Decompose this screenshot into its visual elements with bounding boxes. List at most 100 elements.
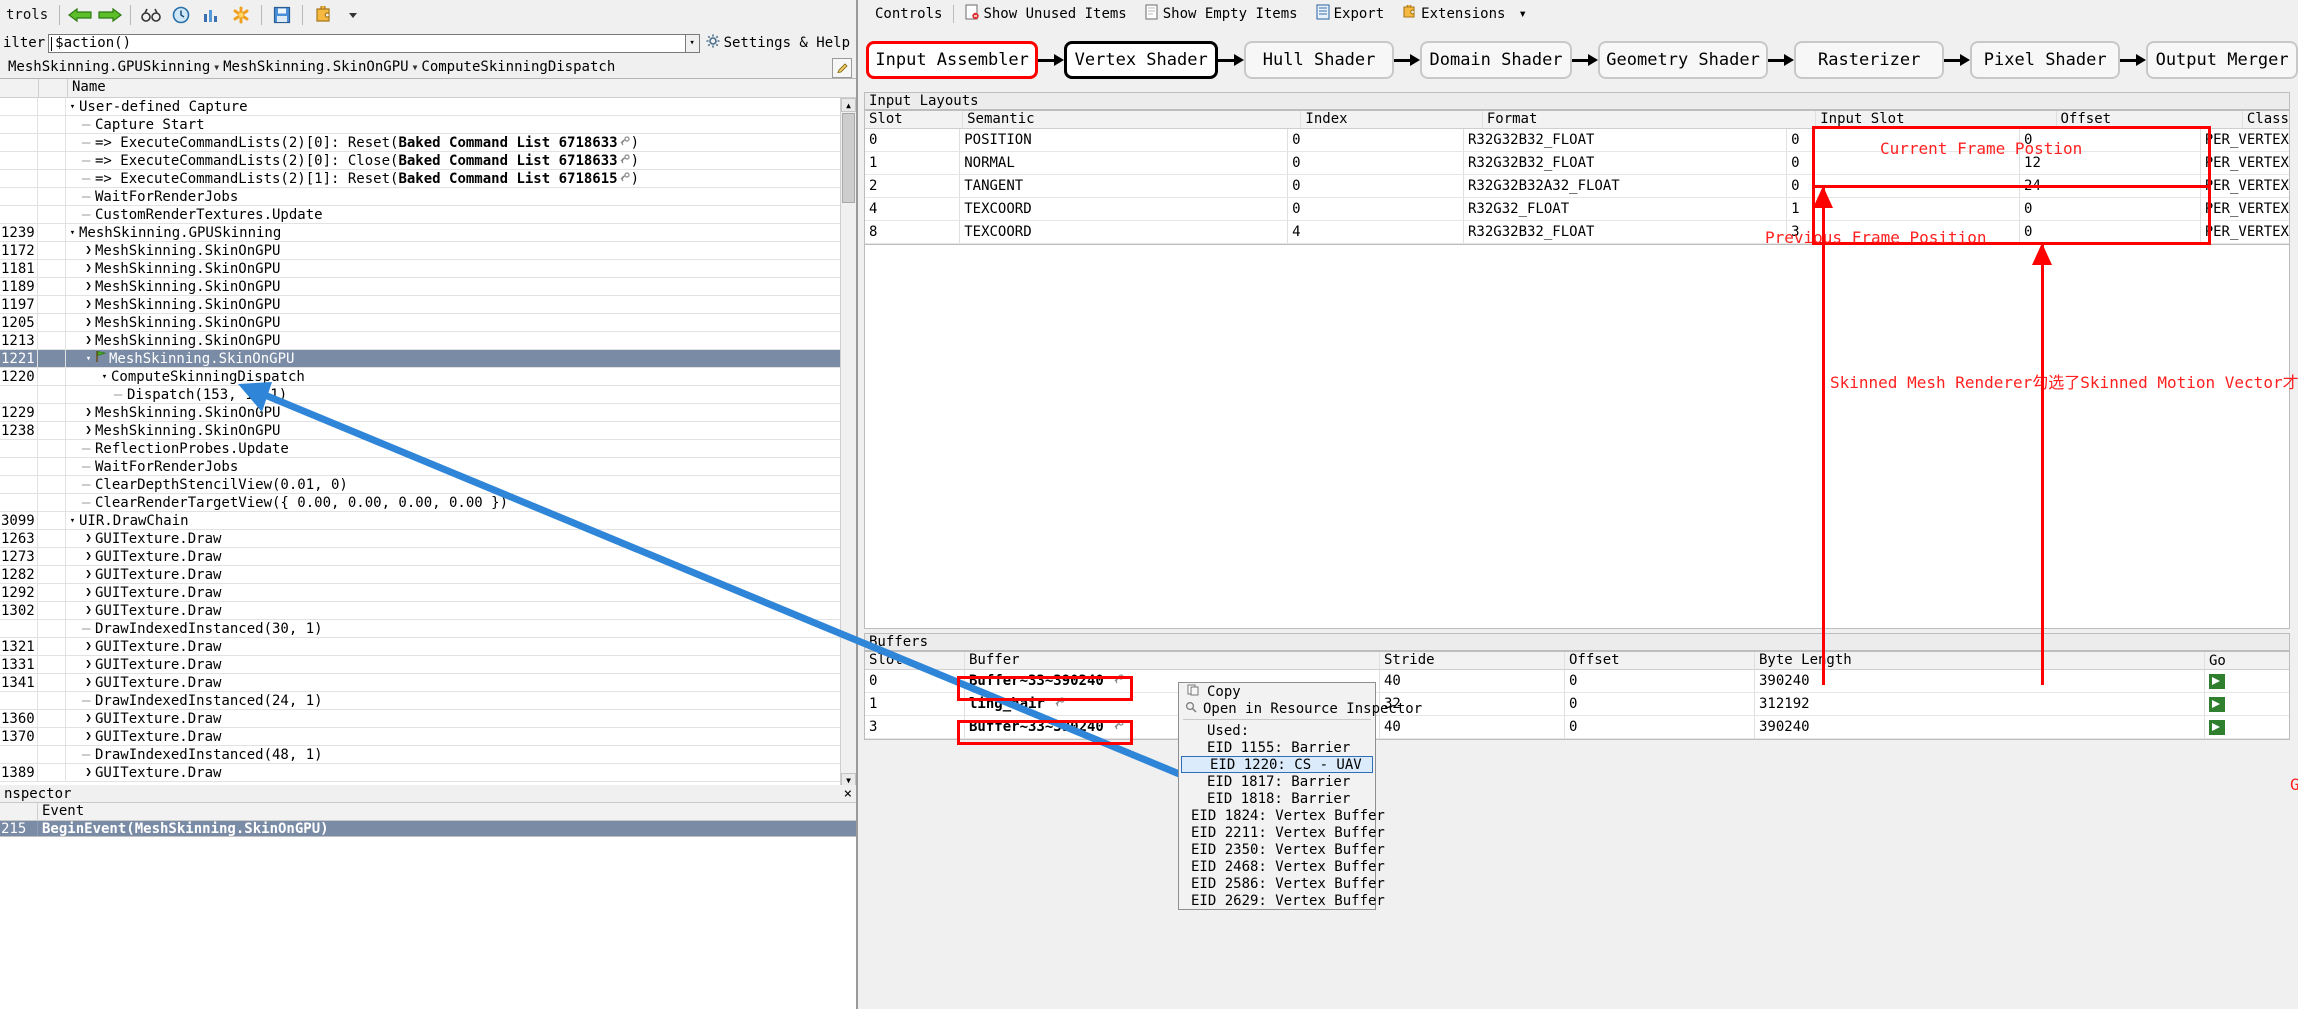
pipeline-stage-vertex-shader[interactable]: Vertex Shader xyxy=(1064,41,1219,79)
buffer-cell-go[interactable] xyxy=(2205,670,2289,692)
breadcrumb-item-2[interactable]: ComputeSkinningDispatch xyxy=(421,59,615,75)
event-tree-row[interactable]: CustomRenderTextures.Update xyxy=(0,206,856,224)
buffer-cell-go[interactable] xyxy=(2205,693,2289,715)
context-menu-item[interactable]: EID 1818: Barrier xyxy=(1179,790,1375,807)
event-tree-row[interactable]: ReflectionProbes.Update xyxy=(0,440,856,458)
event-tree-row[interactable]: Capture Start xyxy=(0,116,856,134)
event-tree-row[interactable]: DrawIndexedInstanced(48, 1) xyxy=(0,746,856,764)
column-header-offset[interactable]: Offset xyxy=(1565,652,1755,669)
event-tree-row[interactable]: 1213 MeshSkinning.SkinOnGPU xyxy=(0,332,856,350)
column-header-slot[interactable]: Slot xyxy=(865,652,965,669)
event-row-resource[interactable]: Baked Command List 6718615 xyxy=(398,170,617,187)
column-header-slot[interactable]: Slot xyxy=(865,111,964,128)
chevron-right-icon[interactable] xyxy=(82,242,95,259)
event-tree-body[interactable]: ▲ ▼ User-defined CaptureCapture Start => … xyxy=(0,98,856,787)
chevron-right-icon[interactable] xyxy=(82,674,95,691)
save-disk-icon[interactable] xyxy=(267,3,297,27)
event-tree-row[interactable]: 1360 GUITexture.Draw xyxy=(0,710,856,728)
chevron-right-icon[interactable] xyxy=(82,404,95,421)
puzzle-icon[interactable] xyxy=(308,3,338,27)
context-menu-item[interactable]: Open in Resource Inspector xyxy=(1179,700,1422,717)
chevron-down-icon[interactable] xyxy=(66,98,79,115)
settings-and-help-button[interactable]: Settings & Help xyxy=(700,34,856,52)
event-tree-row[interactable]: 1273 GUITexture.Draw xyxy=(0,548,856,566)
extensions-dropdown-caret-icon[interactable]: ▾ xyxy=(1514,3,1530,25)
go-arrow-icon[interactable] xyxy=(2209,696,2225,712)
chevron-down-icon[interactable] xyxy=(82,350,95,367)
show-empty-items-button[interactable]: Show Empty Items xyxy=(1136,3,1307,25)
event-tree-row[interactable]: 3099 UIR.DrawChain xyxy=(0,512,856,530)
chevron-right-icon[interactable] xyxy=(82,530,95,547)
event-tree-row[interactable]: 1181 MeshSkinning.SkinOnGPU xyxy=(0,260,856,278)
event-tree-row[interactable]: 1389 GUITexture.Draw xyxy=(0,764,856,782)
bar-chart-icon[interactable] xyxy=(196,3,226,27)
chevron-right-icon[interactable] xyxy=(82,566,95,583)
breadcrumb-item-0[interactable]: MeshSkinning.GPUSkinning xyxy=(8,59,210,75)
event-row-resource[interactable]: Baked Command List 6718633 xyxy=(398,134,617,151)
event-tree-row[interactable]: 1221 MeshSkinning.SkinOnGPU xyxy=(0,350,856,368)
context-menu-item[interactable]: EID 1824: Vertex Buffer xyxy=(1179,807,1385,824)
clock-icon[interactable] xyxy=(166,3,196,27)
chevron-right-icon[interactable] xyxy=(82,638,95,655)
chevron-right-icon[interactable] xyxy=(82,296,95,313)
go-arrow-icon[interactable] xyxy=(2209,719,2225,735)
edit-pencil-icon[interactable] xyxy=(832,58,852,78)
context-menu-item[interactable]: Copy xyxy=(1179,683,1375,700)
export-button[interactable]: Export xyxy=(1307,3,1394,25)
context-menu-item[interactable]: EID 1220: CS - UAV xyxy=(1181,756,1373,773)
chevron-right-icon[interactable] xyxy=(82,422,95,439)
buffer-context-menu[interactable]: Copy Open in Resource Inspector Used: EID 1… xyxy=(1178,682,1422,910)
pipeline-stage-rasterizer[interactable]: Rasterizer xyxy=(1794,41,1945,79)
chevron-down-icon[interactable] xyxy=(98,368,111,385)
filter-input[interactable]: $action() xyxy=(48,33,686,53)
forward-arrow-icon[interactable] xyxy=(95,3,125,27)
column-header-class[interactable]: Class xyxy=(2243,111,2289,128)
pipeline-stage-geometry-shader[interactable]: Geometry Shader xyxy=(1597,41,1769,79)
event-row-resource[interactable]: Baked Command List 6718633 xyxy=(398,152,617,169)
chevron-right-icon[interactable] xyxy=(82,260,95,277)
chevron-down-icon[interactable] xyxy=(66,512,79,529)
context-menu-item[interactable]: Used: xyxy=(1179,722,1375,739)
buffer-cell-go[interactable] xyxy=(2205,716,2289,738)
event-tree-row[interactable]: 1282 GUITexture.Draw xyxy=(0,566,856,584)
event-tree-row[interactable]: => ExecuteCommandLists(2)[1]: Reset(Bake… xyxy=(0,170,856,188)
pipeline-stage-pixel-shader[interactable]: Pixel Shader xyxy=(1970,41,2121,79)
event-tree-row[interactable]: DrawIndexedInstanced(24, 1) xyxy=(0,692,856,710)
event-tree-row[interactable]: 1238 MeshSkinning.SkinOnGPU xyxy=(0,422,856,440)
pipeline-stage-input-assembler[interactable]: Input Assembler xyxy=(866,41,1039,79)
event-tree-scrollbar[interactable]: ▲ ▼ xyxy=(840,98,856,787)
pipeline-stage-domain-shader[interactable]: Domain Shader xyxy=(1420,41,1572,79)
chevron-right-icon[interactable] xyxy=(82,710,95,727)
go-arrow-icon[interactable] xyxy=(2209,673,2225,689)
column-header-go[interactable]: Go xyxy=(2205,652,2289,669)
chevron-right-icon[interactable] xyxy=(82,728,95,745)
inspector-row[interactable]: 215 BeginEvent(MeshSkinning.SkinOnGPU) xyxy=(0,821,856,837)
context-menu-item[interactable]: EID 1817: Barrier xyxy=(1179,773,1375,790)
extensions-button[interactable]: Extensions xyxy=(1393,2,1514,25)
chevron-right-icon[interactable] xyxy=(82,764,95,781)
chevron-right-icon[interactable] xyxy=(82,656,95,673)
chevron-right-icon[interactable] xyxy=(82,602,95,619)
context-menu-item[interactable]: EID 1155: Barrier xyxy=(1179,739,1375,756)
chevron-right-icon[interactable] xyxy=(82,584,95,601)
context-menu-item[interactable]: EID 2350: Vertex Buffer xyxy=(1179,841,1385,858)
resource-link-icon[interactable] xyxy=(618,170,631,187)
breadcrumb-item-1[interactable]: MeshSkinning.SkinOnGPU xyxy=(223,59,408,75)
toolbar-dropdown-caret-icon[interactable] xyxy=(338,3,368,27)
event-tree-row[interactable]: 1220 ComputeSkinningDispatch xyxy=(0,368,856,386)
breadcrumb-caret-icon-0[interactable]: ▼ xyxy=(214,63,219,72)
scroll-up-arrow-icon[interactable]: ▲ xyxy=(841,98,856,112)
pipeline-stage-hull-shader[interactable]: Hull Shader xyxy=(1244,41,1395,79)
context-menu-item[interactable]: EID 2468: Vertex Buffer xyxy=(1179,858,1385,875)
event-tree-row[interactable]: WaitForRenderJobs xyxy=(0,458,856,476)
event-tree-row[interactable]: 1239 MeshSkinning.GPUSkinning xyxy=(0,224,856,242)
pipeline-stage-output-merger[interactable]: Output Merger xyxy=(2146,41,2298,79)
column-header-stride[interactable]: Stride xyxy=(1380,652,1565,669)
chevron-right-icon[interactable] xyxy=(82,332,95,349)
event-tree-row[interactable]: User-defined Capture xyxy=(0,98,856,116)
column-header-semantic[interactable]: Semantic xyxy=(963,111,1302,128)
event-tree-row[interactable]: ClearRenderTargetView({ 0.00, 0.00, 0.00… xyxy=(0,494,856,512)
event-tree-row[interactable]: WaitForRenderJobs xyxy=(0,188,856,206)
chevron-right-icon[interactable] xyxy=(82,278,95,295)
event-tree-row[interactable]: 1205 MeshSkinning.SkinOnGPU xyxy=(0,314,856,332)
